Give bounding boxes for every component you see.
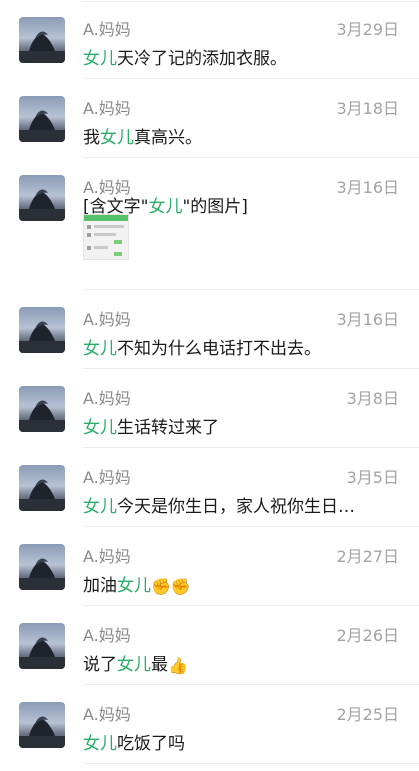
message-date: 3月16日 (336, 310, 399, 329)
avatar[interactable] (19, 17, 65, 63)
avatar[interactable] (19, 175, 65, 221)
message-result-item[interactable]: A.妈妈 2月26日 说了女儿最👍 (0, 606, 419, 685)
avatar[interactable] (19, 544, 65, 590)
message-snippet: 女儿今天是你生日，家人祝你生日… (83, 492, 355, 517)
tree-photo-icon (19, 110, 65, 142)
fist-emoji-icon: ✊ (170, 577, 191, 596)
message-result-item[interactable]: A.妈妈 3月16日 [含文字"女儿"的图片] (0, 158, 419, 290)
message-date: 3月8日 (346, 389, 399, 408)
message-snippet: 女儿生话转过来了 (83, 413, 219, 438)
keyword-highlight: 女儿 (117, 655, 151, 675)
row-divider (83, 763, 419, 764)
message-result-item[interactable]: A.妈妈 3月18日 我女儿真高兴。 (0, 79, 419, 158)
message-result-item[interactable]: A.妈妈 2月25日 女儿吃饭了吗 (0, 685, 419, 764)
message-snippet: 女儿不知为什么电话打不出去。 (83, 334, 321, 359)
message-date: 3月18日 (336, 99, 399, 118)
message-date: 2月26日 (336, 626, 399, 645)
message-snippet: 女儿吃饭了吗 (83, 729, 185, 754)
contact-name: A.妈妈 (83, 626, 131, 645)
contact-name: A.妈妈 (83, 547, 131, 566)
contact-name: A.妈妈 (83, 310, 131, 329)
contact-name: A.妈妈 (83, 468, 131, 487)
message-snippet: 女儿天冷了记的添加衣服。 (83, 44, 287, 69)
avatar[interactable] (19, 623, 65, 669)
search-results-list: A.妈妈 3月29日 女儿天冷了记的添加衣服。 A.妈妈 3月18日 我女儿真高… (0, 0, 419, 764)
keyword-highlight: 女儿 (83, 339, 117, 359)
contact-name: A.妈妈 (83, 99, 131, 118)
keyword-highlight: 女儿 (117, 576, 151, 596)
keyword-highlight: 女儿 (100, 128, 134, 148)
fist-emoji-icon: ✊ (151, 577, 171, 596)
tree-photo-icon (19, 400, 65, 432)
keyword-highlight: 女儿 (83, 734, 117, 754)
snippet-text: 加油 (83, 576, 117, 596)
message-date: 2月27日 (336, 547, 399, 566)
message-date: 3月5日 (346, 468, 399, 487)
message-result-item[interactable]: A.妈妈 2月27日 加油女儿✊✊ (0, 527, 419, 606)
message-date: 3月16日 (336, 178, 399, 197)
image-thumbnail[interactable] (83, 214, 129, 260)
snippet-text: "的图片] (182, 197, 248, 217)
keyword-highlight: 女儿 (83, 418, 117, 438)
snippet-text: 我 (83, 128, 100, 148)
avatar[interactable] (19, 386, 65, 432)
avatar[interactable] (19, 96, 65, 142)
tree-photo-icon (19, 558, 65, 590)
snippet-text: 说了 (83, 655, 117, 675)
thumbs-up-emoji-icon: 👍 (168, 656, 188, 675)
snippet-text: 天冷了记的添加衣服。 (117, 49, 287, 69)
message-result-item[interactable]: A.妈妈 3月16日 女儿不知为什么电话打不出去。 (0, 290, 419, 369)
avatar[interactable] (19, 702, 65, 748)
tree-photo-icon (19, 637, 65, 669)
tree-photo-icon (19, 189, 65, 221)
message-snippet: 我女儿真高兴。 (83, 123, 202, 148)
message-date: 3月29日 (336, 20, 399, 39)
keyword-highlight: 女儿 (83, 497, 117, 517)
message-result-item[interactable]: A.妈妈 3月29日 女儿天冷了记的添加衣服。 (0, 0, 419, 79)
contact-name: A.妈妈 (83, 705, 131, 724)
snippet-text: 生话转过来了 (117, 418, 219, 438)
keyword-highlight: 女儿 (148, 197, 183, 217)
message-snippet: 加油女儿✊✊ (83, 571, 191, 596)
message-date: 2月25日 (336, 705, 399, 724)
avatar[interactable] (19, 465, 65, 511)
tree-photo-icon (19, 31, 65, 63)
snippet-text: 吃饭了吗 (117, 734, 185, 754)
tree-photo-icon (19, 321, 65, 353)
tree-photo-icon (19, 479, 65, 511)
keyword-highlight: 女儿 (83, 49, 117, 69)
snippet-text: 今天是你生日，家人祝你生日… (117, 497, 355, 517)
snippet-text: 最 (151, 655, 168, 675)
contact-name: A.妈妈 (83, 389, 131, 408)
snippet-text: 真高兴。 (134, 128, 202, 148)
message-result-item[interactable]: A.妈妈 3月8日 女儿生话转过来了 (0, 369, 419, 448)
message-snippet: 说了女儿最👍 (83, 650, 188, 675)
avatar[interactable] (19, 307, 65, 353)
tree-photo-icon (19, 716, 65, 748)
contact-name: A.妈妈 (83, 20, 131, 39)
message-result-item[interactable]: A.妈妈 3月5日 女儿今天是你生日，家人祝你生日… (0, 448, 419, 527)
snippet-text: 不知为什么电话打不出去。 (117, 339, 321, 359)
